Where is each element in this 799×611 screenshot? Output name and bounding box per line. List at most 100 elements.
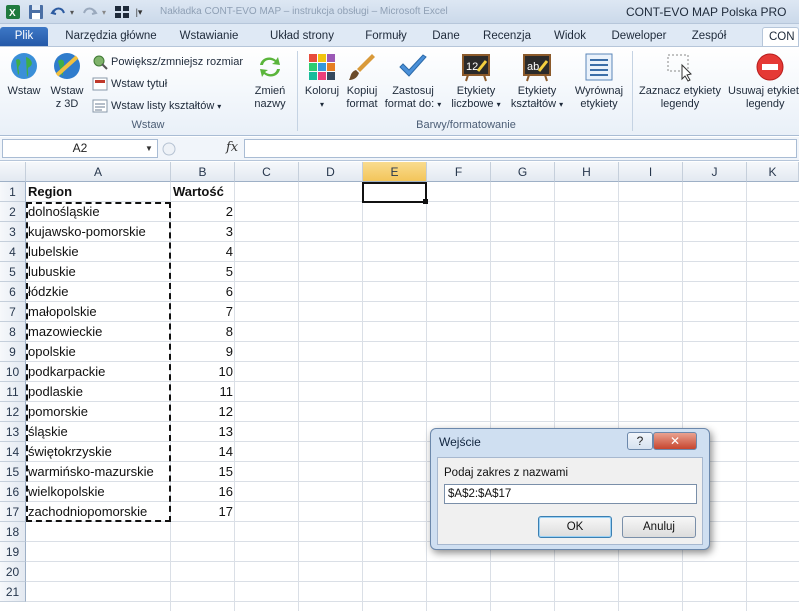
region-cell[interactable]: świętokrzyskie — [26, 442, 171, 462]
row-header[interactable]: 17 — [0, 502, 26, 522]
value-cell[interactable]: 16 — [171, 482, 235, 502]
region-cell[interactable]: dolnośląskie — [26, 202, 171, 222]
value-cell[interactable]: 7 — [171, 302, 235, 322]
row-header[interactable]: 14 — [0, 442, 26, 462]
number-labels-button[interactable]: 12 Etykiety liczbowe ▾ — [450, 51, 502, 111]
name-box[interactable]: A2 — [2, 139, 158, 158]
row-header[interactable]: 11 — [0, 382, 26, 402]
undo-dropdown-icon[interactable]: ▾ — [68, 3, 76, 21]
insert-title-button[interactable]: Wstaw tytuł — [92, 75, 167, 93]
tab-cont-evo[interactable]: CON — [762, 27, 799, 46]
save-icon[interactable] — [28, 3, 44, 21]
undo-icon[interactable] — [50, 3, 66, 21]
row-header[interactable]: 21 — [0, 582, 26, 602]
row-header[interactable]: 4 — [0, 242, 26, 262]
column-header[interactable]: A — [26, 162, 171, 182]
value-cell[interactable]: 15 — [171, 462, 235, 482]
value-cell[interactable]: 17 — [171, 502, 235, 522]
cancel-button[interactable]: Anuluj — [622, 516, 696, 538]
column-header[interactable]: B — [171, 162, 235, 182]
row-header[interactable]: 5 — [0, 262, 26, 282]
tab-formulas[interactable]: Formuły — [356, 27, 416, 46]
value-cell[interactable]: 8 — [171, 322, 235, 342]
select-all-corner[interactable] — [0, 162, 26, 182]
value-cell[interactable]: 10 — [171, 362, 235, 382]
row-header[interactable]: 3 — [0, 222, 26, 242]
row-header[interactable]: 8 — [0, 322, 26, 342]
column-header[interactable]: C — [235, 162, 299, 182]
region-cell[interactable]: opolskie — [26, 342, 171, 362]
region-cell[interactable]: pomorskie — [26, 402, 171, 422]
ok-button[interactable]: OK — [538, 516, 612, 538]
row-header[interactable]: 12 — [0, 402, 26, 422]
row-header[interactable]: 9 — [0, 342, 26, 362]
column-header-active[interactable]: E — [363, 162, 427, 182]
value-cell[interactable]: 13 — [171, 422, 235, 442]
region-cell[interactable]: małopolskie — [26, 302, 171, 322]
zoom-button[interactable]: Powiększ/zmniejsz rozmiar — [92, 53, 243, 71]
redo-dropdown-icon[interactable]: ▾ — [100, 3, 108, 21]
insert-shape-list-button[interactable]: Wstaw listy kształtów ▾ — [92, 97, 221, 115]
value-cell[interactable]: 9 — [171, 342, 235, 362]
value-cell[interactable]: 4 — [171, 242, 235, 262]
region-cell[interactable]: warmińsko-mazurskie — [26, 462, 171, 482]
region-cell[interactable]: podkarpackie — [26, 362, 171, 382]
insert-3d-button[interactable]: Wstaw z 3D — [46, 51, 88, 111]
insert-function-icon[interactable]: fx — [226, 140, 238, 155]
tab-insert[interactable]: Wstawianie — [170, 27, 248, 46]
column-header[interactable]: G — [491, 162, 555, 182]
dialog-close-button[interactable]: ✕ — [653, 432, 697, 450]
column-header[interactable]: F — [427, 162, 491, 182]
row-header[interactable]: 10 — [0, 362, 26, 382]
column-header[interactable]: H — [555, 162, 619, 182]
region-cell[interactable]: wielkopolskie — [26, 482, 171, 502]
remove-legend-labels-button[interactable]: Usuwaj etykiety legendy — [724, 51, 799, 111]
range-input[interactable] — [444, 484, 697, 504]
value-cell[interactable]: 6 — [171, 282, 235, 302]
cell-a1[interactable]: Region — [26, 182, 171, 202]
region-cell[interactable]: lubuskie — [26, 262, 171, 282]
active-cell-e1[interactable] — [362, 182, 427, 203]
copy-format-button[interactable]: Kopiuj format — [342, 51, 382, 111]
tab-view[interactable]: Widok — [546, 27, 594, 46]
row-header[interactable]: 19 — [0, 542, 26, 562]
tab-home[interactable]: Narzędzia główne — [58, 27, 164, 46]
shape-labels-button[interactable]: ab Etykiety kształtów ▾ — [508, 51, 566, 111]
fill-handle[interactable] — [423, 199, 428, 204]
column-header[interactable]: J — [683, 162, 747, 182]
align-labels-button[interactable]: Wyrównaj etykiety — [570, 51, 628, 111]
tab-team[interactable]: Zespół — [682, 27, 736, 46]
customize-qat-icon[interactable]: |▾ — [134, 3, 144, 21]
region-cell[interactable]: zachodniopomorskie — [26, 502, 171, 522]
region-cell[interactable]: śląskie — [26, 422, 171, 442]
row-header[interactable]: 13 — [0, 422, 26, 442]
tab-developer[interactable]: Deweloper — [602, 27, 676, 46]
row-header[interactable]: 1 — [0, 182, 26, 202]
value-cell[interactable]: 12 — [171, 402, 235, 422]
insert-button[interactable]: Wstaw — [4, 51, 44, 98]
grid-view-icon[interactable] — [114, 3, 130, 21]
dialog-help-button[interactable]: ? — [627, 432, 653, 450]
value-cell[interactable]: 5 — [171, 262, 235, 282]
column-header[interactable]: I — [619, 162, 683, 182]
redo-icon[interactable] — [82, 3, 98, 21]
tab-page-layout[interactable]: Układ strony — [256, 27, 348, 46]
region-cell[interactable]: lubelskie — [26, 242, 171, 262]
row-header[interactable]: 7 — [0, 302, 26, 322]
formula-input[interactable] — [244, 139, 797, 158]
value-cell[interactable]: 2 — [171, 202, 235, 222]
apply-format-button[interactable]: Zastosuj format do: ▾ — [384, 51, 442, 111]
row-header[interactable]: 2 — [0, 202, 26, 222]
value-cell[interactable]: 14 — [171, 442, 235, 462]
tab-file[interactable]: Plik — [0, 27, 48, 46]
tab-review[interactable]: Recenzja — [476, 27, 538, 46]
region-cell[interactable]: łódzkie — [26, 282, 171, 302]
value-cell[interactable]: 3 — [171, 222, 235, 242]
row-header[interactable]: 20 — [0, 562, 26, 582]
select-legend-labels-button[interactable]: Zaznacz etykiety legendy — [636, 51, 724, 111]
name-box-dropdown-icon[interactable]: ▼ — [145, 144, 153, 153]
value-cell[interactable]: 11 — [171, 382, 235, 402]
column-header[interactable]: D — [299, 162, 363, 182]
row-header[interactable]: 18 — [0, 522, 26, 542]
row-header[interactable]: 6 — [0, 282, 26, 302]
